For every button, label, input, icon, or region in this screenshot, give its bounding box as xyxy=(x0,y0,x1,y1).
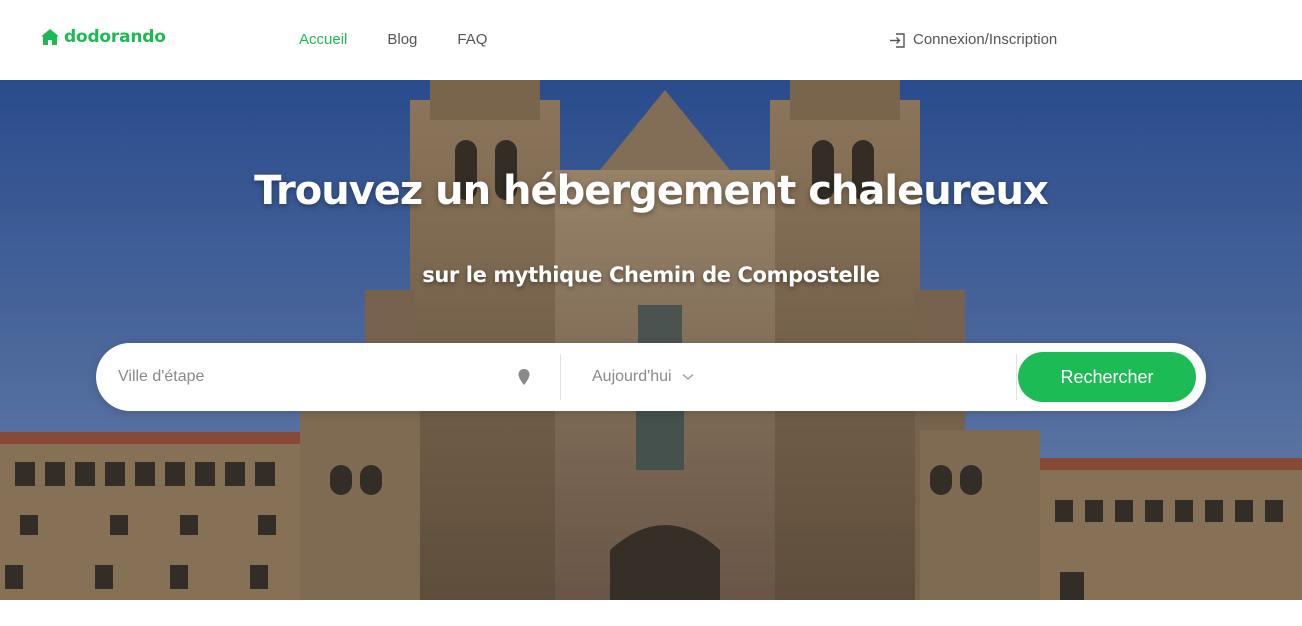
hero-overlay xyxy=(0,80,1302,600)
chevron-down-icon xyxy=(682,374,693,380)
city-input[interactable] xyxy=(118,357,518,397)
brand-name: dodorando xyxy=(64,27,166,47)
page-content-start xyxy=(0,600,1302,626)
date-value: Aujourd'hui xyxy=(592,368,672,385)
login-label: Connexion/Inscription xyxy=(913,31,1058,48)
search-divider xyxy=(1016,354,1017,400)
search-divider xyxy=(560,354,561,400)
hero-subtitle: sur le mythique Chemin de Compostelle xyxy=(422,263,880,287)
login-link[interactable]: Connexion/Inscription xyxy=(889,31,1057,49)
login-icon xyxy=(890,32,905,48)
nav-accueil[interactable]: Accueil xyxy=(299,31,347,49)
map-pin-icon[interactable] xyxy=(517,368,531,386)
logo-link[interactable]: dodorando xyxy=(40,27,166,47)
date-select[interactable]: Aujourd'hui xyxy=(592,357,694,397)
hero-section: Trouvez un hébergement chaleureux sur le… xyxy=(0,80,1302,600)
house-icon xyxy=(41,29,59,45)
site-header: dodorando Accueil Blog FAQ Connexion/Ins… xyxy=(0,0,1302,80)
hero-title: Trouvez un hébergement chaleureux xyxy=(254,168,1049,214)
search-bar: Aujourd'hui Rechercher xyxy=(96,343,1206,411)
main-nav: Accueil Blog FAQ xyxy=(299,31,487,49)
nav-blog[interactable]: Blog xyxy=(387,31,417,49)
search-button[interactable]: Rechercher xyxy=(1018,352,1196,402)
nav-faq[interactable]: FAQ xyxy=(457,31,487,49)
